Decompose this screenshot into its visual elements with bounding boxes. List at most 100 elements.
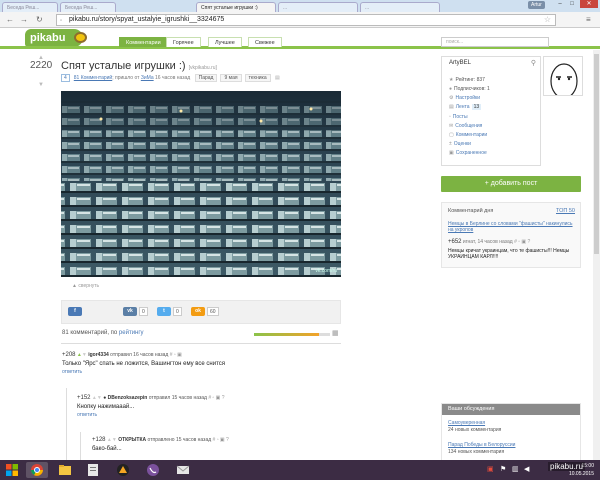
back-icon[interactable]: ← (6, 15, 14, 25)
tag[interactable]: техника (244, 74, 271, 82)
profile-name[interactable]: ArtyBEL (449, 60, 471, 66)
cod-top-link[interactable]: ТОП 50 (556, 208, 575, 214)
reply-link[interactable]: ответить (62, 369, 225, 375)
vote-icons[interactable]: ▲▼ (107, 437, 117, 443)
profile-rating-text: Рейтинг: 837 (455, 77, 485, 83)
viber-icon (147, 464, 159, 476)
share-bar: f vk 0 t 0 ok 60 (61, 300, 341, 324)
comments-settings-icon[interactable]: ▦ (332, 329, 339, 337)
comments-progress (254, 333, 330, 336)
comment: +128 ▲▼ ОТКРЫТКА отправлено 15 часов наз… (92, 437, 229, 452)
vk-count: 0 (139, 307, 148, 316)
profile-link-feed[interactable]: ▤ Лента 13 (449, 104, 482, 110)
search-input[interactable]: поиск... (441, 37, 549, 47)
browser-tab[interactable]: Беседа Реш... (60, 2, 116, 12)
rate-icon: ± (449, 141, 452, 147)
comments-link[interactable]: 81 Комментарий (74, 75, 112, 81)
pin-icon[interactable]: ⚲ (531, 59, 536, 67)
comment-author[interactable]: igor4334 (88, 352, 109, 358)
minimize-icon[interactable]: – (554, 0, 566, 8)
discussion-title[interactable]: Парад Победы в Белоруссии (448, 442, 515, 448)
comment-time: отправил 16 часов назад (110, 352, 169, 358)
tag[interactable]: Парад (194, 74, 218, 82)
comment-author[interactable]: ОТКРЫТКА (118, 437, 146, 443)
post-time: 16 часов назад (155, 75, 191, 81)
comment-author[interactable]: DBenzoksazepin (108, 395, 148, 401)
nav-tab-comments[interactable]: Комментарии (119, 37, 168, 47)
nav-tab-fresh[interactable]: Свежее (248, 37, 282, 47)
site-logo[interactable]: pikabu (25, 29, 87, 47)
profile-link-saved[interactable]: ▣ Сохраненное (449, 150, 487, 156)
comment-time: отправил 15 часов назад (148, 395, 207, 401)
reply-link[interactable]: ответить (77, 412, 225, 418)
browser-tab-active[interactable]: Спят усталые игрушки :) (196, 2, 276, 12)
address-bar: ← → ↻ ▫ pikabu.ru/story/spyat_ustalyie_i… (0, 12, 600, 28)
tray-app-icon[interactable]: ▣ (487, 465, 494, 473)
tray-flag-icon[interactable]: ⚑ (500, 465, 506, 473)
tray-volume-icon[interactable]: ◀ (524, 465, 529, 473)
page-icon: ▫ (60, 18, 63, 24)
discussion-title[interactable]: Самоуверенная (448, 420, 501, 426)
browser-menu-icon[interactable]: ≡ (586, 15, 591, 24)
app-taskbar-icon[interactable] (112, 462, 134, 478)
profile-link-comments[interactable]: ▢ Комментарии (449, 132, 487, 138)
cod-actions-icon[interactable]: # ▫ ▣ ? (514, 239, 530, 245)
explorer-taskbar-icon[interactable] (54, 462, 76, 478)
discussion-item[interactable]: Самоуверенная 24 новых комментария (448, 420, 501, 433)
browser-tab[interactable]: ... (360, 2, 440, 12)
collapse-link[interactable]: ▲ свернуть (72, 283, 99, 289)
downvote-icon[interactable]: ▼ (82, 352, 87, 358)
downvote-icon[interactable]: ▲▼ (92, 395, 102, 401)
profile-link-ratings[interactable]: ± Оценки (449, 141, 471, 147)
facebook-share-icon[interactable]: f (68, 307, 82, 316)
windows-start-icon[interactable] (6, 464, 18, 476)
close-icon[interactable]: ✕ (580, 0, 598, 8)
cod-author-time: игнат, 14 часов назад (462, 239, 513, 245)
author-link[interactable]: ЗиМа (141, 75, 154, 81)
nav-tab-hot[interactable]: Горячее (166, 37, 201, 47)
scrollbar-thumb[interactable] (594, 54, 599, 254)
app-taskbar-icon[interactable] (82, 462, 104, 478)
nav-tab-best[interactable]: Лучшее (208, 37, 242, 47)
profile-link-settings[interactable]: ⚙ Настройки (449, 95, 480, 101)
tray-network-icon[interactable]: ▥ (512, 465, 519, 473)
cod-post-link[interactable]: Немцы в Берлине со словами "фашисты" нак… (448, 221, 576, 233)
add-post-button[interactable]: + добавить пост (441, 176, 581, 192)
viber-taskbar-icon[interactable] (142, 462, 164, 478)
comment-text: Кнопку нажимааай... (77, 404, 135, 410)
triangle-app-icon (117, 464, 129, 476)
browser-tab[interactable]: Беседа Реш... (2, 2, 58, 12)
downvote-icon[interactable]: ▼ (38, 82, 44, 88)
maximize-icon[interactable]: □ (566, 0, 578, 8)
ok-share-icon[interactable]: ok (191, 307, 205, 316)
image-badge: 4 (61, 74, 70, 82)
avatar[interactable] (543, 56, 583, 96)
vk-share-icon[interactable]: vk (123, 307, 137, 316)
profile-link-posts[interactable]: ▫ Посты (449, 114, 468, 120)
twitter-share-icon[interactable]: t (157, 307, 171, 316)
tag[interactable]: 9 мая (220, 74, 242, 82)
save-icon[interactable]: ▤ (275, 75, 280, 81)
comments-sort-link[interactable]: рейтингу (119, 330, 144, 336)
comment-actions-icon[interactable]: # ▫ ▣ (170, 352, 182, 358)
chrome-taskbar-icon[interactable] (26, 462, 48, 478)
comment-actions-icon[interactable]: # ▫ ▣ ? (208, 395, 224, 401)
mail-icon (176, 465, 190, 474)
taskbar: ▣ ⚑ ▥ ◀ 15:00 10.05.2015 (0, 460, 600, 480)
forward-icon[interactable]: → (20, 15, 28, 25)
post-title[interactable]: Спят усталые игрушки :) [vkpikabu.ru] (61, 60, 217, 72)
app-taskbar-icon[interactable] (172, 462, 194, 478)
reload-icon[interactable]: ↻ (36, 15, 43, 25)
browser-tab[interactable]: ... (278, 2, 358, 12)
post-image[interactable]: vk.com/ru (61, 91, 341, 277)
browser-user[interactable]: Artur (528, 1, 545, 9)
cod-header: Комментарий дня (448, 208, 494, 214)
bookmark-star-icon[interactable]: ☆ (544, 15, 551, 25)
comment-actions-icon[interactable]: # ▫ ▣ ? (213, 437, 229, 443)
avatar-dot: ● (103, 395, 107, 401)
page-scrollbar[interactable] (593, 50, 600, 460)
url-input[interactable]: ▫ pikabu.ru/story/spyat_ustalyie_igrushk… (56, 14, 556, 26)
discussion-item[interactable]: Парад Победы в Белоруссии 134 новых комме… (448, 442, 515, 455)
profile-link-messages[interactable]: ✉ Сообщения (449, 123, 482, 129)
profile-feed-text: Лента (455, 104, 470, 110)
